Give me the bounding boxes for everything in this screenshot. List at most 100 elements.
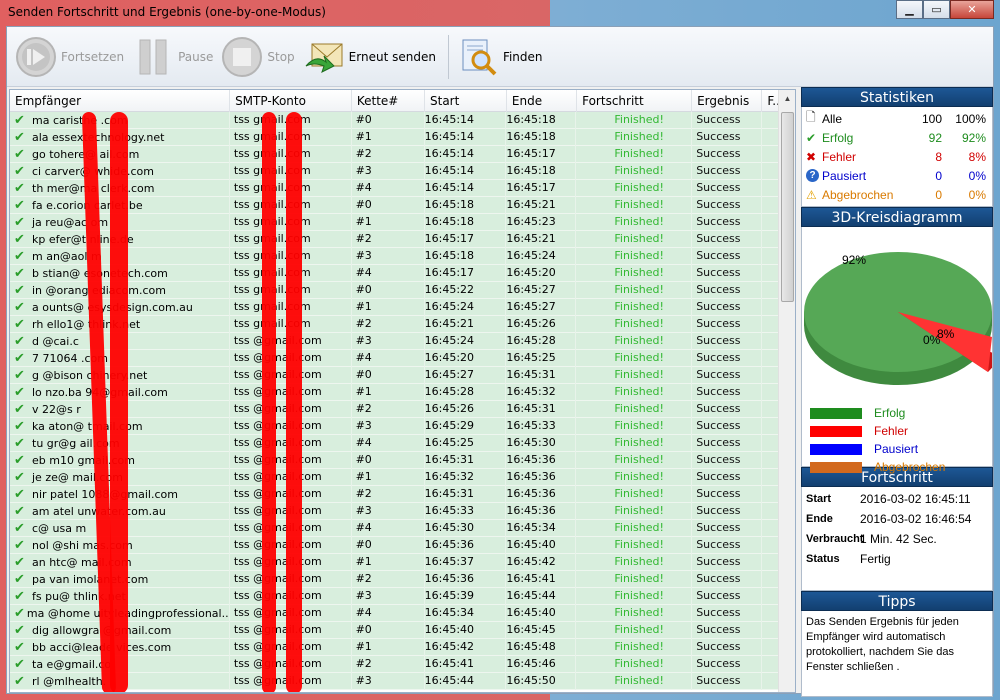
chain-cell: #2	[352, 146, 425, 163]
stats-percent: 8%	[968, 149, 986, 164]
chain-cell: #2	[352, 316, 425, 333]
progress-cell: Finished!	[576, 537, 693, 554]
end-cell: 16:45:28	[506, 333, 577, 350]
checkmark-icon: ✔	[14, 520, 25, 536]
redaction-mark-smtp-a	[262, 112, 276, 692]
progress-cell: Finished!	[576, 503, 693, 520]
checkmark-icon: ✔	[14, 673, 25, 689]
end-cell: 16:45:25	[506, 350, 577, 367]
checkmark-icon: ✔	[14, 622, 25, 638]
checkmark-icon: ✔	[14, 350, 25, 366]
progress-cell: Finished!	[576, 248, 693, 265]
scroll-thumb[interactable]	[781, 112, 794, 302]
legend-swatch	[810, 461, 862, 473]
warning-icon: ⚠	[806, 187, 817, 202]
end-cell: 16:45:36	[506, 486, 577, 503]
stop-label: Stop	[267, 49, 295, 64]
play-icon	[13, 34, 59, 80]
checkmark-icon: ✔	[806, 130, 817, 145]
stop-icon	[219, 34, 265, 80]
end-cell: 16:45:18	[506, 129, 577, 146]
end-cell: 16:45:41	[506, 571, 577, 588]
end-cell: 16:45:42	[506, 554, 577, 571]
checkmark-icon: ✔	[14, 452, 25, 468]
chain-cell: #4	[352, 605, 425, 622]
start-cell: 16:45:14	[425, 163, 507, 180]
progress-cell: Finished!	[576, 197, 693, 214]
chain-cell: #4	[352, 180, 425, 197]
pie-label-paused: 0%	[923, 333, 941, 347]
legend-item: Abgebrochen	[810, 458, 945, 476]
pause-button[interactable]: Pause	[130, 31, 213, 83]
end-cell: 16:45:45	[506, 622, 577, 639]
table-vertical-scrollbar[interactable]: ▲	[778, 90, 795, 692]
start-cell: 16:45:21	[425, 316, 507, 333]
start-cell: 16:45:31	[425, 452, 507, 469]
column-header-result[interactable]: Ergebnis	[692, 90, 763, 112]
pie-chart-area: 92% 8% 0% Erfolg Fehler Pausiert Abgebroche…	[801, 227, 1000, 474]
resume-button[interactable]: Fortsetzen	[13, 31, 124, 83]
result-cell: Success	[692, 384, 763, 401]
end-cell: 16:45:23	[506, 214, 577, 231]
start-cell: 16:45:20	[425, 350, 507, 367]
checkmark-icon: ✔	[14, 163, 25, 179]
progress-cell: Finished!	[576, 673, 693, 690]
result-cell: Success	[692, 622, 763, 639]
checkmark-icon: ✔	[14, 333, 25, 349]
start-cell: 16:45:30	[425, 520, 507, 537]
chain-cell: #4	[352, 265, 425, 282]
chain-cell: #3	[352, 418, 425, 435]
result-cell: Success	[692, 265, 763, 282]
column-header-recipient[interactable]: Empfänger	[10, 90, 231, 112]
results-table[interactable]: Empfänger SMTP-Konto Kette# Start Ende F…	[9, 89, 796, 693]
start-cell: 16:45:36	[425, 571, 507, 588]
end-cell: 16:45:32	[506, 384, 577, 401]
progress-cell: Finished!	[576, 554, 693, 571]
column-header-chain[interactable]: Kette#	[352, 90, 425, 112]
progress-end-value: 2016-03-02 16:46:54	[860, 512, 972, 526]
column-header-end[interactable]: Ende	[507, 90, 578, 112]
maximize-button[interactable]: ▭	[923, 0, 950, 19]
chain-cell: #2	[352, 656, 425, 673]
column-header-start[interactable]: Start	[425, 90, 507, 112]
stats-value: 0	[935, 187, 942, 202]
column-header-smtp[interactable]: SMTP-Konto	[230, 90, 352, 112]
checkmark-icon: ✔	[14, 537, 25, 553]
stats-value: 8	[935, 149, 942, 164]
resend-button[interactable]: Erneut senden	[301, 31, 436, 83]
column-header-progress[interactable]: Fortschritt	[577, 90, 693, 112]
document-icon: 🗋	[806, 110, 816, 124]
progress-status-row: Status Fertig	[806, 551, 988, 570]
minimize-button[interactable]: ▁	[896, 0, 923, 19]
result-cell: Success	[692, 367, 763, 384]
start-cell: 16:45:14	[425, 112, 507, 129]
progress-status-key: Status	[806, 553, 840, 565]
progress-cell: Finished!	[576, 588, 693, 605]
legend-label: Fehler	[874, 424, 909, 438]
stats-body: 🗋 Alle 100 100% ✔ Erfolg 92 92% ✖ Fehler 8 8%? Pausi…	[801, 107, 993, 207]
close-button[interactable]: ✕	[950, 0, 994, 19]
scroll-up-arrow-icon[interactable]: ▲	[779, 90, 795, 107]
start-cell: 16:45:29	[425, 418, 507, 435]
stats-row: ⚠ Abgebrochen 0 0%	[806, 185, 988, 204]
result-cell: Success	[692, 163, 763, 180]
result-cell: Success	[692, 571, 763, 588]
result-cell: Success	[692, 248, 763, 265]
recipient-text: d @cai.c	[32, 334, 79, 348]
tips-header: Tipps	[801, 591, 993, 611]
checkmark-icon: ✔	[14, 435, 25, 451]
checkmark-icon: ✔	[14, 214, 25, 230]
chain-cell: #1	[352, 639, 425, 656]
end-cell: 16:45:17	[506, 180, 577, 197]
chain-cell: #3	[352, 163, 425, 180]
start-cell: 16:45:41	[425, 656, 507, 673]
find-button[interactable]: Finden	[455, 31, 543, 83]
chain-cell: #2	[352, 486, 425, 503]
stats-name: Pausiert	[822, 168, 867, 183]
stats-row: ✔ Erfolg 92 92%	[806, 128, 988, 147]
start-cell: 16:45:24	[425, 333, 507, 350]
stop-button[interactable]: Stop	[219, 31, 295, 83]
progress-cell: Finished!	[576, 129, 693, 146]
end-cell: 16:45:46	[506, 656, 577, 673]
stats-row: 🗋 Alle 100 100%	[806, 109, 988, 128]
